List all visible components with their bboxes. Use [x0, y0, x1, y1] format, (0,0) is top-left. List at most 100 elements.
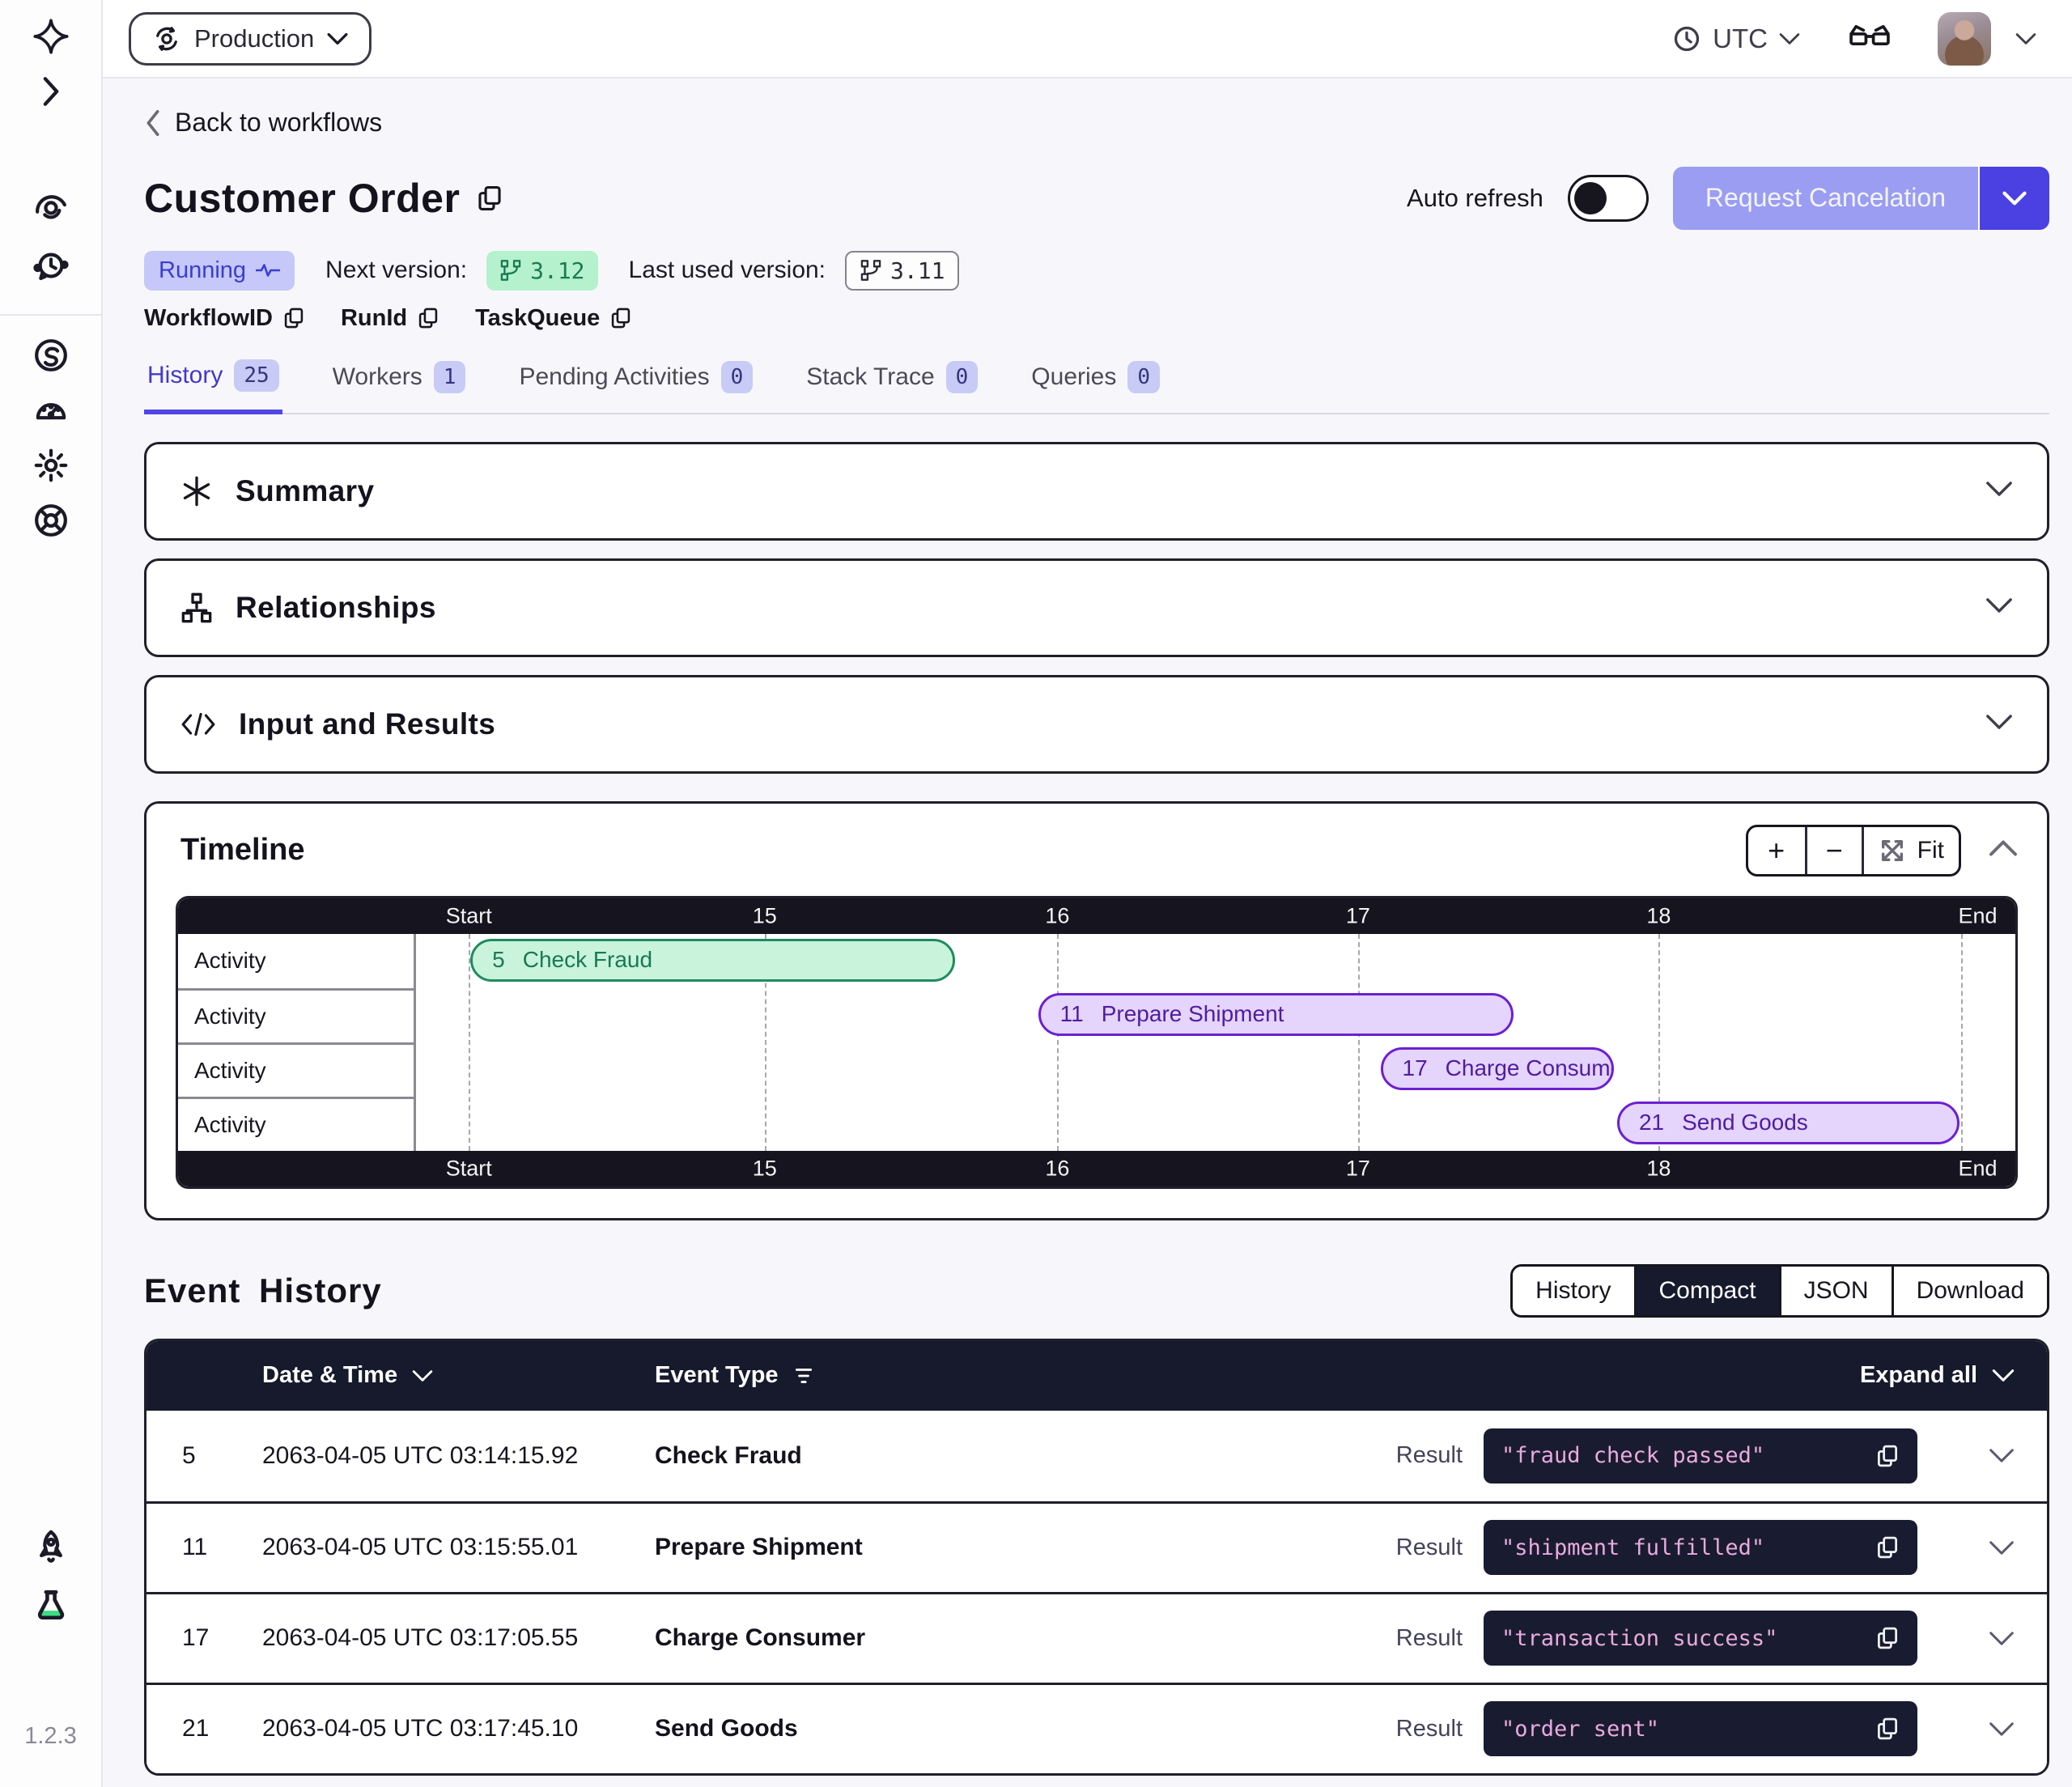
tab-label: Queries — [1031, 363, 1116, 391]
task-queue-item: TaskQueue — [475, 305, 632, 332]
main-content: Back to workflows Customer Order Auto re… — [103, 79, 2072, 1787]
fit-button[interactable]: Fit — [1862, 827, 1959, 874]
usage-icon[interactable] — [32, 392, 70, 429]
event-id: 11 — [182, 1534, 262, 1561]
copy-task-queue-button[interactable] — [609, 307, 632, 329]
zoom-out-button[interactable]: − — [1805, 827, 1862, 874]
bar-label: Prepare Shipment — [1102, 1001, 1284, 1027]
copy-workflow-id-button[interactable] — [282, 307, 305, 329]
namespace-selector[interactable]: Production — [129, 12, 372, 66]
row-expand-chevron-icon[interactable] — [1989, 1721, 2015, 1737]
chevron-down-icon[interactable] — [1985, 481, 2013, 501]
sidebar: 1.2.3 — [0, 0, 103, 1787]
section-title: Summary — [236, 474, 374, 508]
event-timestamp: 2063-04-05 UTC 03:15:55.01 — [262, 1534, 655, 1561]
event-history-table: Date & Time Event Type Expand all 5 2063… — [144, 1339, 2049, 1776]
workflows-icon[interactable] — [32, 188, 70, 225]
request-cancelation-label[interactable]: Request Cancelation — [1673, 167, 1978, 230]
request-cancelation-button[interactable]: Request Cancelation — [1673, 167, 2049, 230]
rocket-icon[interactable] — [32, 1529, 70, 1566]
tab-queries[interactable]: Queries 0 — [1028, 354, 1163, 413]
axis-tick: End — [1959, 1156, 1998, 1181]
filter-icon[interactable] — [793, 1366, 814, 1386]
copy-result-button[interactable] — [1875, 1535, 1900, 1560]
copy-run-id-button[interactable] — [417, 307, 439, 329]
result-chip: "fraud check passed" — [1484, 1428, 1917, 1484]
bar-event-id: 17 — [1403, 1055, 1428, 1081]
branch-icon — [499, 259, 522, 282]
copy-result-button[interactable] — [1875, 1626, 1900, 1650]
sidebar-expand-icon[interactable] — [32, 73, 70, 110]
timeline-bar-send-goods[interactable]: 21 Send Goods — [1617, 1101, 1959, 1144]
event-type-column-header: Event Type — [655, 1362, 1860, 1389]
timezone-selector[interactable]: UTC — [1672, 23, 1800, 54]
event-type: Prepare Shipment — [655, 1534, 1396, 1561]
page-title: Customer Order — [144, 175, 460, 222]
input-results-section[interactable]: Input and Results — [144, 675, 2049, 774]
row-expand-chevron-icon[interactable] — [1989, 1448, 2015, 1463]
timeline-axis-bottom: Start 15 16 17 18 End — [178, 1151, 2015, 1186]
expand-all-button[interactable]: Expand all — [1860, 1362, 2015, 1389]
event-history-table-header: Date & Time Event Type Expand all — [146, 1341, 2047, 1411]
tab-history[interactable]: History 25 — [144, 354, 282, 414]
last-version-badge: 3.11 — [845, 251, 959, 291]
result-label: Result — [1396, 1534, 1463, 1561]
chevron-down-icon — [1779, 32, 1800, 45]
schedules-icon[interactable] — [32, 248, 70, 285]
view-compact-button[interactable]: Compact — [1634, 1267, 1779, 1315]
tab-pending-activities[interactable]: Pending Activities 0 — [516, 354, 756, 413]
event-timestamp: 2063-04-05 UTC 03:17:05.55 — [262, 1624, 655, 1652]
nexus-icon[interactable] — [32, 337, 70, 374]
event-row-check-fraud[interactable]: 5 2063-04-05 UTC 03:14:15.92 Check Fraud… — [146, 1411, 2047, 1501]
asterisk-icon — [180, 475, 213, 507]
timeline-axis-top: Start 15 16 17 18 End — [178, 898, 2015, 934]
dev-mode-glasses-icon[interactable] — [1849, 23, 1891, 54]
axis-tick: 15 — [753, 903, 777, 928]
settings-gear-icon[interactable] — [32, 447, 70, 484]
timeline-collapse-chevron-icon[interactable] — [1989, 839, 2018, 861]
copy-title-button[interactable] — [476, 185, 503, 212]
toggle-knob — [1574, 182, 1607, 214]
copy-result-button[interactable] — [1875, 1444, 1900, 1468]
user-menu-chevron-icon[interactable] — [2015, 32, 2036, 45]
timeline-bar-charge-consumer[interactable]: 17 Charge Consumer — [1381, 1047, 1614, 1090]
event-row-prepare-shipment[interactable]: 11 2063-04-05 UTC 03:15:55.01 Prepare Sh… — [146, 1501, 2047, 1592]
row-label-activity: Activity — [178, 1042, 414, 1097]
relationships-section[interactable]: Relationships — [144, 558, 2049, 657]
tab-count-badge: 0 — [946, 361, 979, 393]
event-row-charge-consumer[interactable]: 17 2063-04-05 UTC 03:17:05.55 Charge Con… — [146, 1592, 2047, 1683]
row-expand-chevron-icon[interactable] — [1989, 1631, 2015, 1646]
event-timestamp: 2063-04-05 UTC 03:17:45.10 — [262, 1715, 655, 1742]
result-chip: "order sent" — [1484, 1701, 1917, 1756]
view-history-button[interactable]: History — [1513, 1267, 1633, 1315]
temporal-logo-icon[interactable] — [32, 18, 70, 55]
view-json-button[interactable]: JSON — [1779, 1267, 1892, 1315]
code-icon — [180, 710, 216, 739]
tab-stack-trace[interactable]: Stack Trace 0 — [803, 354, 981, 413]
back-to-workflows-link[interactable]: Back to workflows — [144, 108, 382, 138]
workflow-id-item: WorkflowID — [144, 305, 305, 332]
copy-result-button[interactable] — [1875, 1717, 1900, 1741]
event-type-label: Event Type — [655, 1362, 779, 1389]
tab-workers[interactable]: Workers 1 — [329, 354, 469, 413]
avatar[interactable] — [1938, 12, 1991, 66]
chevron-down-icon[interactable] — [1985, 714, 2013, 734]
last-version-value: 3.11 — [890, 257, 945, 284]
auto-refresh-toggle[interactable] — [1568, 175, 1649, 222]
workflow-id-label: WorkflowID — [144, 305, 273, 332]
next-version-value: 3.12 — [530, 257, 584, 284]
row-label-activity: Activity — [178, 1097, 414, 1151]
cancel-options-caret[interactable] — [1978, 167, 2049, 230]
view-download-button[interactable]: Download — [1892, 1267, 2047, 1315]
date-time-column-header[interactable]: Date & Time — [262, 1362, 655, 1389]
support-icon[interactable] — [32, 502, 70, 539]
timeline-bar-prepare-shipment[interactable]: 11 Prepare Shipment — [1038, 993, 1514, 1036]
labs-flask-icon[interactable] — [32, 1587, 70, 1624]
summary-section[interactable]: Summary — [144, 442, 2049, 541]
tab-count-badge: 25 — [234, 359, 278, 392]
chevron-down-icon[interactable] — [1985, 597, 2013, 618]
row-expand-chevron-icon[interactable] — [1989, 1540, 2015, 1556]
timeline-bar-check-fraud[interactable]: 5 Check Fraud — [470, 939, 955, 982]
zoom-in-button[interactable]: + — [1748, 827, 1805, 874]
event-row-send-goods[interactable]: 21 2063-04-05 UTC 03:17:45.10 Send Goods… — [146, 1683, 2047, 1773]
